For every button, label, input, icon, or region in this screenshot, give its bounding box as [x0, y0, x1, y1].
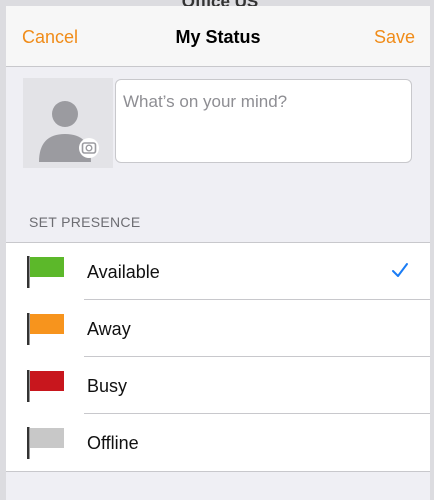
presence-option-label: Available	[87, 262, 160, 282]
avatar[interactable]	[23, 78, 113, 168]
my-status-panel: Cancel My Status Save What’s on your min…	[6, 6, 430, 500]
flag-icon	[27, 370, 64, 402]
presence-option-available[interactable]: Available	[6, 243, 430, 300]
presence-option-away[interactable]: Away	[6, 300, 430, 357]
page-title: My Status	[175, 27, 261, 47]
presence-option-offline[interactable]: Offline	[6, 414, 430, 471]
presence-option-label: Busy	[87, 376, 128, 396]
presence-list: Available Away Busy Offline	[6, 242, 430, 472]
flag-icon	[27, 313, 64, 345]
presence-option-label: Away	[87, 319, 131, 339]
checkmark-icon	[392, 263, 408, 277]
flag-icon	[27, 256, 64, 288]
navigation-bar: Cancel My Status Save	[6, 6, 430, 67]
set-presence-header: SET PRESENCE	[29, 214, 141, 230]
save-button[interactable]: Save	[374, 26, 415, 48]
status-message-input[interactable]: What’s on your mind?	[115, 79, 412, 163]
presence-option-label: Offline	[87, 433, 139, 453]
presence-option-busy[interactable]: Busy	[6, 357, 430, 414]
flag-icon	[27, 427, 64, 459]
person-camera-icon	[39, 101, 99, 162]
